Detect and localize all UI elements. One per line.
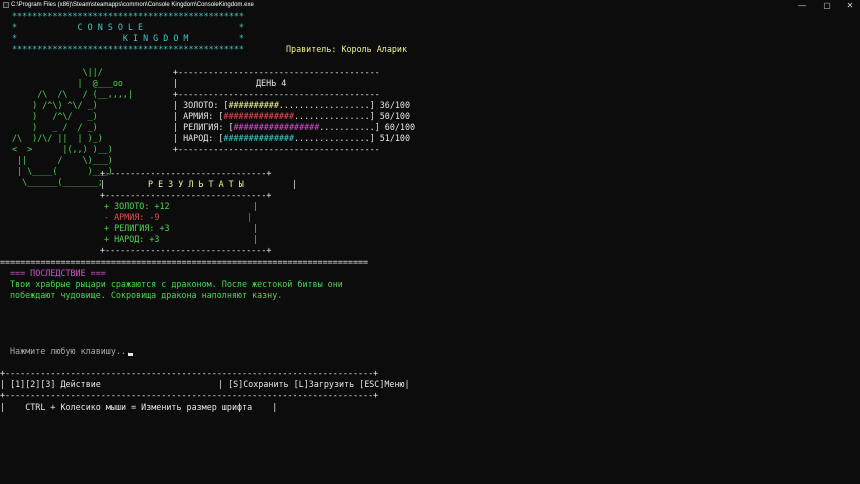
close-button[interactable]: ✕ bbox=[838, 0, 860, 11]
status-day-left-edge: | bbox=[173, 78, 179, 88]
results-right-edge: | bbox=[292, 179, 298, 189]
ruler-name: Правитель: Король Аларик bbox=[286, 44, 408, 54]
art-line: \||/ bbox=[12, 67, 103, 77]
day-counter: ДЕНЬ 4 bbox=[256, 78, 287, 88]
art-line: \______(_______; bbox=[12, 177, 103, 187]
footer-border-top: +---------------------------------------… bbox=[0, 368, 379, 378]
consequence-line-2: побеждают чудовище. Сокровища дракона на… bbox=[10, 290, 283, 300]
result-army: - АРМИЯ: -9 bbox=[104, 212, 160, 222]
art-line: /\ )/\/ || | )_) bbox=[12, 133, 103, 143]
window-title: C:\Program Files (x86)\Steam\steamapps\c… bbox=[11, 2, 254, 8]
art-line: ) _ / / _) bbox=[12, 122, 98, 132]
font-size-hint: | CTRL + Колесико мыши = Изменить размер… bbox=[0, 402, 278, 412]
result-edge: | bbox=[247, 212, 253, 222]
banner-border-top: ****************************************… bbox=[12, 11, 244, 21]
army-bar-fill: ############## bbox=[223, 111, 295, 121]
banner-line-console: * C O N S O L E * bbox=[12, 22, 244, 32]
resource-row-religion: | РЕЛИГИЯ: [#################...........… bbox=[173, 122, 416, 132]
text-cursor bbox=[128, 353, 133, 356]
footer-actions-hint: | [1][2][3] Действие bbox=[0, 379, 101, 389]
minimize-button[interactable]: — bbox=[790, 0, 814, 11]
section-divider: ========================================… bbox=[0, 257, 369, 267]
status-border-mid: +---------------------------------------… bbox=[173, 89, 380, 99]
footer-border-bottom: +---------------------------------------… bbox=[0, 390, 379, 400]
results-left-edge: | bbox=[100, 179, 106, 189]
art-line: ) /^\) ^\/ _) bbox=[12, 100, 98, 110]
art-line: || / \)___) bbox=[12, 155, 113, 165]
results-border-mid: +--------------------------------+ bbox=[100, 190, 272, 200]
result-edge: | bbox=[253, 223, 259, 233]
console-app-icon bbox=[3, 2, 9, 8]
people-bar-fill: ############## bbox=[223, 133, 295, 143]
consequence-line-1: Твои храбрые рыцари сражаются с драконом… bbox=[10, 279, 343, 289]
art-line: ) /^\/ _) bbox=[12, 111, 98, 121]
press-any-key-prompt: Нажмите любую клавишу... bbox=[10, 346, 132, 356]
window-titlebar: C:\Program Files (x86)\Steam\steamapps\c… bbox=[0, 0, 860, 11]
art-line: | @___oo bbox=[12, 78, 123, 88]
gold-bar-fill: ########## bbox=[228, 100, 279, 110]
results-border-bottom: +--------------------------------+ bbox=[100, 245, 272, 255]
result-edge: | bbox=[253, 234, 259, 244]
footer-menu-hint: | [S]Сохранить [L]Загрузить [ESC]Меню| bbox=[218, 379, 410, 389]
resource-row-people: | НАРОД: [##############...............]… bbox=[173, 133, 410, 143]
results-title: Р Е З У Л Ь Т А Т Ы bbox=[148, 179, 244, 189]
result-edge: | bbox=[253, 201, 259, 211]
result-religion: + РЕЛИГИЯ: +3 bbox=[104, 223, 170, 233]
art-line: /\ /\ / (__,,,,| bbox=[12, 89, 134, 99]
results-border-top: +--------------------------------+ bbox=[100, 168, 272, 178]
result-gold: + ЗОЛОТО: +12 bbox=[104, 201, 170, 211]
banner-line-kingdom: * K I N G D O M * bbox=[12, 33, 244, 43]
status-border-bottom: +---------------------------------------… bbox=[173, 144, 380, 154]
banner-border-bottom: ****************************************… bbox=[12, 44, 249, 54]
maximize-button[interactable]: ▢ bbox=[815, 0, 839, 11]
art-line: < > |(,,) )__) bbox=[12, 144, 113, 154]
status-border-top: +---------------------------------------… bbox=[173, 67, 380, 77]
religion-bar-fill: ################# bbox=[233, 122, 320, 132]
result-people: + НАРОД: +3 bbox=[104, 234, 160, 244]
resource-row-army: | АРМИЯ: [##############...............]… bbox=[173, 111, 410, 121]
resource-row-gold: | ЗОЛОТО: [##########..................]… bbox=[173, 100, 410, 110]
consequence-header: === ПОСЛЕДСТВИЕ === bbox=[10, 268, 106, 278]
art-line: | \____( )___) bbox=[12, 166, 113, 176]
